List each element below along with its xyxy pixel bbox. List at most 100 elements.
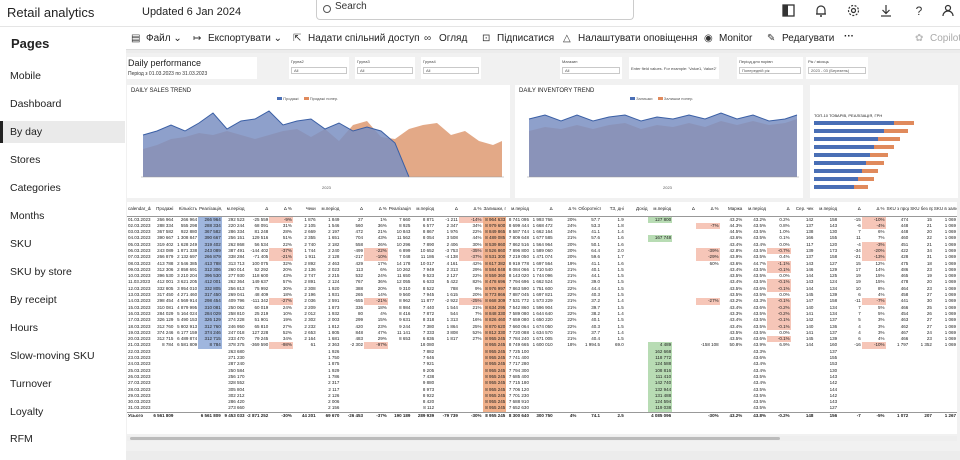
table-cell: 8 749 665 xyxy=(508,342,529,348)
copilot-button[interactable]: ✿ Copilot xyxy=(915,33,960,44)
column-header[interactable]: SKU без продажів xyxy=(909,202,933,217)
table-row[interactable]: 04.03.2023 390 667 1 308 847 390 667 256 151… xyxy=(127,235,957,242)
export-menu-button[interactable]: ↦ Експортувати ⌄ xyxy=(193,33,282,44)
column-header[interactable]: Δ % xyxy=(458,202,483,217)
column-header[interactable]: м.період xyxy=(648,202,673,217)
column-header[interactable]: Δ % xyxy=(553,202,578,217)
nav-label: By receipt xyxy=(10,294,57,306)
column-header[interactable]: Маржа xyxy=(719,202,744,217)
more-options-button[interactable]: ··· xyxy=(844,31,854,42)
account-icon[interactable] xyxy=(941,4,955,18)
nav-item-months[interactable]: Months xyxy=(0,205,125,227)
filter-store[interactable]: Магазин All xyxy=(560,57,622,79)
filter-group4[interactable]: Група4 All xyxy=(421,57,481,79)
nav-item-by-day[interactable]: By day xyxy=(0,121,125,143)
table-cell xyxy=(696,216,720,223)
column-header[interactable]: м.період xyxy=(743,202,767,217)
column-header[interactable]: Δ xyxy=(672,202,696,217)
column-header[interactable]: м.період xyxy=(506,202,530,217)
table-total-row[interactable]: Усього 6 561 809 6 561 809 9 453 033 -2 871 … xyxy=(127,411,957,419)
column-header[interactable]: Реалізація, грн xyxy=(198,202,222,217)
view-menu-button[interactable]: ∞ Огляд xyxy=(424,33,467,44)
table-cell: 8 955 245 xyxy=(482,367,507,374)
share-button[interactable]: ⇱ Надати спільний доступ xyxy=(293,33,420,44)
table-cell: 8 871 xyxy=(422,216,435,222)
scrollbar-thumb[interactable] xyxy=(130,437,780,440)
layout-toggle-icon[interactable] xyxy=(781,4,795,18)
filter-label: Рік / місяць xyxy=(808,59,829,64)
table-cell: 289 939 xyxy=(411,411,436,419)
monitor-button[interactable]: ◉ Monitor xyxy=(704,33,752,44)
table-row[interactable]: 21.03.2023 8 784 6 581 809 8 784 378 375 -369… xyxy=(127,342,957,349)
table-row[interactable]: 08.03.2023 413 788 2 546 385 413 788 313 713… xyxy=(127,260,957,267)
column-header[interactable]: Δ xyxy=(435,202,459,217)
column-header[interactable]: Дохід xyxy=(624,202,649,217)
column-header[interactable]: Чеки xyxy=(292,202,317,217)
nav-label: SKU xyxy=(10,238,32,250)
column-header[interactable]: SKU з продажами xyxy=(885,202,910,217)
column-header[interactable]: м.період xyxy=(221,202,246,217)
column-header[interactable]: Δ % xyxy=(364,202,388,217)
column-header[interactable]: Оборотність xyxy=(577,202,602,217)
download-icon[interactable] xyxy=(879,4,893,18)
column-header[interactable]: м.період xyxy=(814,202,839,217)
column-header[interactable]: Δ xyxy=(340,202,365,217)
nav-item-by-receipt[interactable]: By receipt xyxy=(0,289,125,311)
table-cell: -0.2% xyxy=(766,411,791,419)
column-header[interactable]: Δ % xyxy=(269,202,293,217)
nav-item-stores[interactable]: Stores xyxy=(0,149,125,171)
column-header[interactable]: м.період xyxy=(411,202,436,217)
column-header[interactable]: м.період xyxy=(316,202,341,217)
table-cell: 119 038 xyxy=(648,405,673,413)
settings-gear-icon[interactable] xyxy=(846,4,860,18)
column-header[interactable]: Реалізація, м. xyxy=(387,202,412,217)
field-search-box[interactable]: Enter field values. For example: 'Value1… xyxy=(629,57,719,79)
table-row[interactable]: 11.03.2023 412 001 3 621 205 412 001 262 364… xyxy=(127,279,957,286)
table-cell xyxy=(672,411,696,419)
table-cell: 0.2% xyxy=(779,216,790,222)
nav-item-hours[interactable]: Hours xyxy=(0,317,125,339)
search-input[interactable]: Search xyxy=(316,0,634,20)
column-header[interactable]: Продажі xyxy=(150,202,175,217)
nav-item-slow-moving-sku[interactable]: Slow-moving SKU xyxy=(0,345,125,367)
column-header[interactable]: Δ xyxy=(766,202,791,217)
daily-performance-table[interactable]: calendar_dateПродажіКількістьРеалізація,… xyxy=(127,202,957,434)
help-icon[interactable]: ? xyxy=(912,4,926,18)
column-header[interactable]: SKU в залишках xyxy=(932,202,957,217)
column-header[interactable]: Δ xyxy=(838,202,862,217)
filter-group2[interactable]: Група2 All xyxy=(289,57,349,79)
filter-year-month[interactable]: Рік / місяць 2023 - 03 (Березень) xyxy=(806,57,868,79)
nav-item-loyalty[interactable]: Loyalty xyxy=(0,401,125,423)
filter-group3[interactable]: Група3 All xyxy=(355,57,415,79)
nav-item-turnover[interactable]: Turnover xyxy=(0,373,125,395)
filter-compare-period[interactable]: Період для порівн Попередній рік xyxy=(737,57,803,79)
column-header[interactable]: Кількість xyxy=(174,202,199,217)
nav-item-categories[interactable]: Categories xyxy=(0,177,125,199)
subscribe-button[interactable]: ⊡ Підписатися xyxy=(482,33,554,44)
edit-button[interactable]: ✎ Редагувати xyxy=(767,33,834,44)
nav-item-sku[interactable]: SKU xyxy=(0,233,125,255)
table-cell: 1 471 074 xyxy=(532,254,553,260)
column-header[interactable]: Δ xyxy=(245,202,270,217)
file-menu-button[interactable]: ▤ Файл ⌄ xyxy=(131,33,182,44)
nav-item-dashboard[interactable]: Dashboard xyxy=(0,93,125,115)
set-alert-button[interactable]: △ Налаштувати оповіщення xyxy=(563,33,698,44)
table-cell: 156 xyxy=(814,411,839,419)
nav-item-rfm[interactable]: RFM xyxy=(0,428,125,450)
nav-item-mobile[interactable]: Mobile xyxy=(0,65,125,87)
column-header[interactable]: Δ xyxy=(529,202,554,217)
column-header[interactable]: Сер. чек xyxy=(790,202,815,217)
table-row[interactable]: 01.03.2023 266 964 266 964 266 964 292 523 -2… xyxy=(127,216,957,223)
table-row[interactable]: 31.03.2023 273 660 2 156 8 112 8 955 245 7 65… xyxy=(127,405,957,413)
table-cell: 148 xyxy=(790,411,815,419)
table-row[interactable]: 14.03.2023 298 454 4 569 914 298 454 409 796… xyxy=(127,298,957,305)
column-header[interactable]: Δ % xyxy=(695,202,720,217)
notifications-bell-icon[interactable] xyxy=(814,4,828,18)
table-cell: 266 964 xyxy=(157,216,174,222)
column-header[interactable]: Δ % xyxy=(861,202,886,217)
nav-item-sku-by-store[interactable]: SKU by store xyxy=(0,261,125,283)
column-header[interactable]: ТЗ, дні xyxy=(601,202,625,217)
column-header[interactable]: Залишки, грн xyxy=(482,202,507,217)
table-cell: -26 453 xyxy=(340,411,365,419)
column-header[interactable]: calendar_date xyxy=(127,202,151,217)
